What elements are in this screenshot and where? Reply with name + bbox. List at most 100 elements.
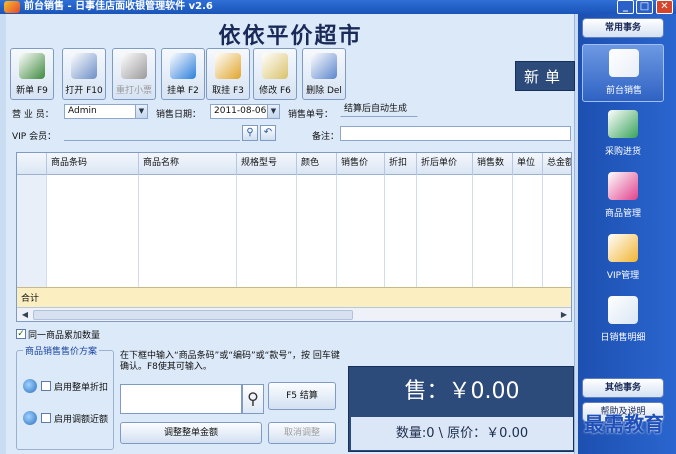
checkout-button[interactable]: F5 结算: [268, 382, 336, 410]
column-header-price[interactable]: 销售价: [337, 153, 385, 175]
vip-member-input[interactable]: [64, 126, 240, 141]
sales-main-panel: 依依平价超市 新单 F9 打开 F10 重打小票 挂单 F2 取挂 F3 修改 …: [6, 14, 575, 454]
common-tasks-header: 常用事务: [582, 18, 664, 38]
qty-original-price: 数量:0 \ 原价：￥0.00: [351, 417, 573, 450]
column-header-amount[interactable]: 总金额: [543, 153, 571, 175]
adjust-round-checkbox[interactable]: [41, 413, 51, 423]
scroll-left-icon[interactable]: ◀: [18, 309, 32, 321]
column-header-name[interactable]: 商品名称: [139, 153, 237, 175]
merge-qty-label: 同一商品累加数量: [28, 331, 101, 341]
search-icon: ⚲: [246, 127, 254, 138]
order-no-field: 结算后自动生成: [340, 102, 418, 117]
sidebar-item-label: 采购进货: [604, 147, 641, 157]
whole-discount-checkbox[interactable]: [41, 381, 51, 391]
table-column: [473, 175, 513, 287]
column-header-discount[interactable]: 折扣: [385, 153, 417, 175]
column-header-barcode[interactable]: 商品条码: [47, 153, 139, 175]
barcode-input[interactable]: [120, 384, 242, 414]
hold-order-button[interactable]: 挂单 F2: [161, 48, 205, 100]
row-number-column: [17, 175, 47, 287]
column-header-spec[interactable]: 规格型号: [237, 153, 297, 175]
sidebar-item-label: VIP管理: [606, 271, 640, 281]
shirt-icon: [608, 172, 638, 200]
undo-icon: ↶: [263, 127, 273, 138]
merge-qty-checkbox[interactable]: ✓: [16, 329, 26, 339]
open-order-button[interactable]: 打开 F10: [62, 48, 106, 100]
table-header: 商品条码 商品名称 规格型号 颜色 销售价 折扣 折后单价 销售数 单位 总金额: [17, 153, 571, 175]
sidebar-item-label: 商品管理: [604, 209, 641, 219]
delete-icon: [311, 53, 337, 79]
other-tasks-header: 其他事务: [582, 378, 664, 398]
basket-icon: [608, 110, 638, 138]
clerk-label: 营 业 员：: [12, 110, 54, 120]
close-button[interactable]: ✕: [656, 0, 673, 14]
whole-discount-label: 启用整单折扣: [54, 383, 109, 393]
sales-items-table[interactable]: 商品条码 商品名称 规格型号 颜色 销售价 折扣 折后单价 销售数 单位 总金额…: [16, 152, 572, 322]
delete-button[interactable]: 删除 Del: [302, 48, 346, 100]
sidebar-item-daily-sales[interactable]: 日销售明细: [582, 292, 664, 350]
vip-users-icon: [608, 234, 638, 262]
order-no-value: 结算后自动生成: [344, 104, 408, 114]
horizontal-scrollbar[interactable]: ◀ ▶: [17, 307, 571, 321]
column-header-discounted-price[interactable]: 折后单价: [417, 153, 473, 175]
column-header-rownum: [17, 153, 47, 175]
reprint-receipt-label: 重打小票: [115, 86, 152, 96]
cancel-adjust-button[interactable]: 取消调整: [268, 422, 336, 444]
table-column: [47, 175, 139, 287]
reprint-receipt-button[interactable]: 重打小票: [112, 48, 156, 100]
lock-icon: [215, 53, 241, 79]
sidebar-item-purchasing[interactable]: 采购进货: [582, 106, 664, 164]
sale-date-picker[interactable]: 2011-08-06 ▼: [210, 104, 280, 119]
retrieve-held-button[interactable]: 取挂 F3: [206, 48, 250, 100]
column-header-quantity[interactable]: 销售数: [473, 153, 513, 175]
sidebar-item-products[interactable]: 商品管理: [582, 168, 664, 226]
store-name: 依依平价超市: [218, 24, 363, 49]
adjust-total-button[interactable]: 调整整单金额: [120, 422, 262, 444]
scroll-thumb[interactable]: [33, 310, 353, 320]
scroll-right-icon[interactable]: ▶: [557, 309, 571, 321]
pricing-scheme-group: 商品销售售价方案 启用整单折扣 启用调额近额: [16, 344, 114, 450]
window-title: 前台销售 - 日事佳店面收银管理软件 v2.6: [24, 1, 213, 12]
sidebar-item-front-sales[interactable]: 前台销售: [582, 44, 664, 102]
table-column: [417, 175, 473, 287]
adjust-round-label: 启用调额近额: [54, 415, 109, 425]
delete-label: 删除 Del: [306, 86, 342, 96]
barcode-search-button[interactable]: ⚲: [242, 384, 264, 414]
vip-label: VIP 会员：: [12, 132, 57, 142]
round-info-icon: [23, 411, 37, 425]
order-no-label: 销售单号：: [288, 110, 334, 120]
table-column: [385, 175, 417, 287]
printer-icon: [121, 53, 147, 79]
column-header-color[interactable]: 颜色: [297, 153, 337, 175]
table-column: [513, 175, 543, 287]
sale-summary-panel: 售：￥0.00 数量:0 \ 原价：￥0.00: [348, 366, 574, 452]
search-icon: ⚲: [247, 389, 259, 408]
table-column: [297, 175, 337, 287]
sale-total-amount: 售：￥0.00: [404, 379, 520, 404]
remark-input[interactable]: [340, 126, 571, 141]
total-label: 合计: [21, 294, 40, 304]
new-order-label: 新单 F9: [16, 86, 48, 96]
discount-info-icon: [23, 379, 37, 393]
barcode-hint: 在下框中输入“商品条码”或“编码”或“款号”，按 回车键 确认。F8使其可输入。: [120, 351, 340, 372]
right-sidebar: 常用事务 前台销售 采购进货 商品管理 VIP管理 日销售明细 其他事务 帮助及…: [578, 14, 676, 454]
sidebar-item-vip[interactable]: VIP管理: [582, 230, 664, 288]
monitor-icon: [609, 49, 639, 77]
new-order-button[interactable]: 新单 F9: [10, 48, 54, 100]
vip-search-button[interactable]: ⚲: [242, 125, 258, 141]
report-search-icon: [608, 296, 638, 324]
app-logo-icon: [4, 1, 20, 13]
maximize-button[interactable]: □: [636, 0, 653, 14]
table-column: [237, 175, 297, 287]
open-order-label: 打开 F10: [65, 86, 103, 96]
clerk-value: Admin: [68, 106, 97, 116]
clerk-select[interactable]: Admin ▼: [64, 104, 148, 119]
column-header-unit[interactable]: 单位: [513, 153, 543, 175]
total-row: 合计: [17, 287, 571, 307]
minimize-button[interactable]: _: [617, 0, 634, 14]
table-column: [337, 175, 385, 287]
watermark-logo: 最需教育: [584, 412, 664, 436]
edit-button[interactable]: 修改 F6: [253, 48, 297, 100]
pricing-scheme-title: 商品销售售价方案: [23, 344, 100, 357]
vip-clear-button[interactable]: ↶: [260, 125, 276, 141]
